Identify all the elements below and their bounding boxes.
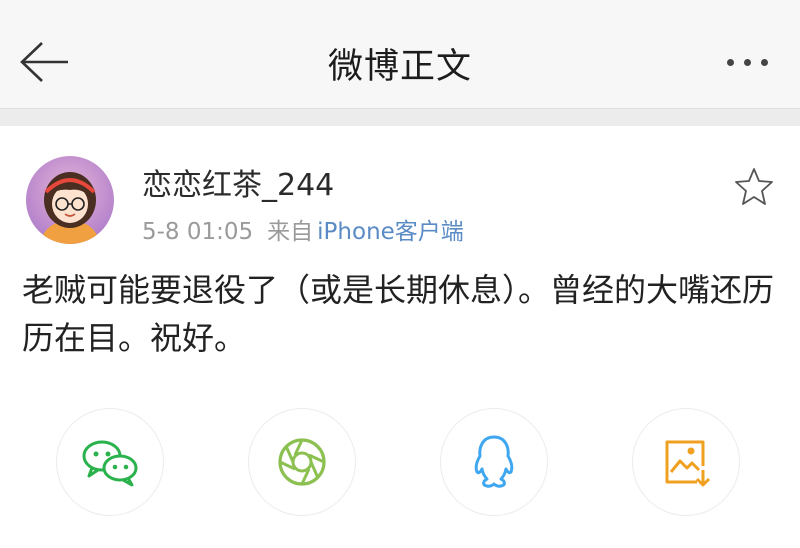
star-icon — [735, 168, 773, 205]
avatar[interactable] — [26, 156, 114, 244]
more-dots-icon — [726, 58, 734, 66]
page-title: 微博正文 — [327, 47, 472, 87]
share-qq-button[interactable] — [440, 408, 548, 516]
source-device-link[interactable]: iPhone客户端 — [317, 219, 464, 245]
share-wechat-button[interactable] — [56, 408, 164, 516]
weibo-post: 恋恋红茶_244 5-8 01:05 来自 iPhone客户端 老贼可能要退役了（或… — [0, 126, 800, 548]
save-image-icon — [665, 440, 711, 487]
source-label: 来自 — [267, 219, 314, 245]
qq-icon — [474, 435, 514, 488]
share-row — [0, 406, 800, 548]
share-moments-button[interactable] — [248, 408, 356, 516]
more-button[interactable] — [712, 40, 782, 84]
wechat-icon — [82, 440, 138, 487]
section-divider — [0, 108, 800, 126]
save-image-button[interactable] — [632, 408, 740, 516]
post-text: 老贼可能要退役了（或是长期休息）。曾经的大嘴还历历在目。祝好。 — [22, 271, 775, 357]
post-time: 5-8 01:05 — [142, 219, 254, 245]
username[interactable]: 恋恋红茶_244 — [142, 160, 334, 204]
moments-icon — [278, 438, 326, 486]
favorite-button[interactable] — [734, 166, 774, 206]
top-nav-bar: 微博正文 — [0, 0, 800, 108]
avatar-image — [26, 156, 114, 244]
post-meta: 5-8 01:05 来自 iPhone客户端 — [142, 212, 464, 246]
